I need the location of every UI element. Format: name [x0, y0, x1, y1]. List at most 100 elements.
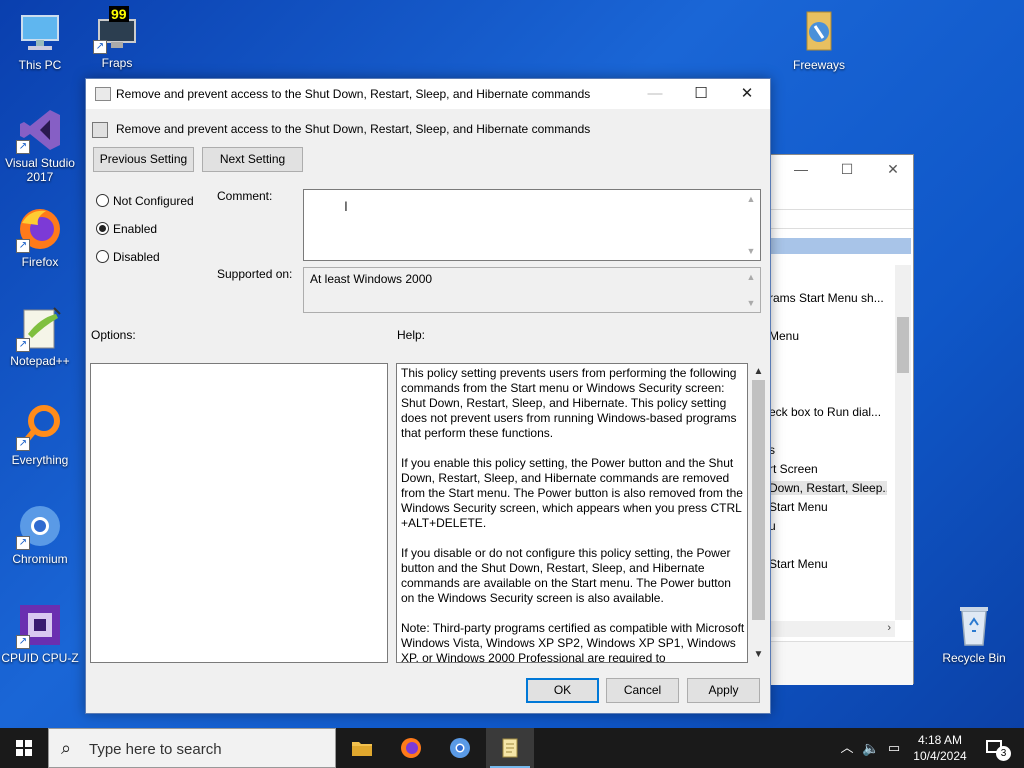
radio-label: Disabled: [113, 249, 160, 264]
taskbar-chromium[interactable]: [436, 728, 484, 768]
everything-search-icon: ↗: [16, 403, 64, 451]
maximize-button[interactable]: ☐: [678, 79, 724, 109]
taskbar-firefox[interactable]: [387, 728, 435, 768]
folder-icon: [352, 742, 372, 756]
minimize-button[interactable]: —: [632, 79, 678, 109]
supported-scrollbar[interactable]: ▲ ▼: [743, 269, 759, 311]
list-item-selected[interactable]: Down, Restart, Sleep...: [769, 481, 887, 495]
windows-logo-icon: [16, 740, 32, 756]
scrollbar-thumb[interactable]: [897, 317, 909, 373]
show-hidden-icons-chevron-up-icon[interactable]: ︿: [838, 728, 856, 768]
close-button[interactable]: ✕: [724, 79, 770, 109]
scroll-down-icon[interactable]: ▼: [743, 295, 759, 311]
fraps-badge: 99: [109, 6, 129, 22]
options-panel: [90, 363, 388, 663]
maximize-button[interactable]: ☐: [837, 161, 857, 179]
comment-scrollbar[interactable]: ▲ ▼: [743, 191, 759, 259]
help-label: Help:: [397, 328, 426, 342]
help-paragraph: If you disable or do not configure this …: [401, 546, 731, 605]
search-placeholder: Type here to search: [89, 741, 222, 758]
radio-disabled[interactable]: Disabled: [96, 249, 160, 265]
taskbar-clock[interactable]: 4:18 AM 10/4/2024: [905, 732, 975, 764]
fraps-icon: 99 ↗: [93, 6, 141, 54]
policy-icon: [92, 122, 108, 138]
horizontal-scrollbar[interactable]: ›: [761, 621, 895, 637]
list-item[interactable]: eck box to Run dial...: [769, 405, 887, 419]
scroll-down-icon[interactable]: ▼: [750, 646, 767, 663]
background-window: — ☐ ✕ rams Start Menu sh... Menu eck box…: [760, 154, 914, 685]
clock-date: 10/4/2024: [913, 749, 967, 763]
list-item[interactable]: Menu: [769, 329, 887, 343]
chromium-icon: ↗: [16, 502, 64, 550]
apply-button[interactable]: Apply: [687, 678, 760, 703]
scroll-up-icon[interactable]: ▲: [743, 269, 759, 285]
cancel-button[interactable]: Cancel: [606, 678, 679, 703]
desktop-icon-notepadpp[interactable]: ↗ Notepad++: [0, 304, 80, 368]
radio-button-selected[interactable]: [96, 222, 109, 236]
text-cursor-icon: I: [344, 198, 348, 214]
clock-time: 4:18 AM: [917, 733, 963, 747]
background-window-titlebar: — ☐ ✕: [761, 155, 913, 185]
action-center-button[interactable]: 3: [978, 728, 1018, 768]
firefox-icon: [401, 738, 421, 758]
shortcut-arrow-icon: ↗: [93, 40, 107, 54]
previous-setting-button[interactable]: Previous Setting: [93, 147, 194, 172]
desktop-icon-this-pc[interactable]: This PC: [0, 8, 80, 72]
options-label: Options:: [91, 328, 136, 342]
list-item[interactable]: rams Start Menu sh...: [769, 291, 887, 305]
help-scrollbar[interactable]: ▲ ▼: [750, 363, 767, 663]
next-setting-button[interactable]: Next Setting: [202, 147, 303, 172]
help-paragraph: Note: Third-party programs certified as …: [401, 621, 745, 663]
visual-studio-icon: ↗: [16, 106, 64, 154]
desktop-icon-firefox[interactable]: ↗ Firefox: [0, 205, 80, 269]
radio-button[interactable]: [96, 194, 109, 208]
desktop-icon-fraps[interactable]: 99 ↗ Fraps: [77, 6, 157, 70]
close-button[interactable]: ✕: [883, 161, 903, 179]
dialog-titlebar: Remove and prevent access to the Shut Do…: [86, 79, 770, 109]
list-item[interactable]: rt Screen: [769, 462, 887, 476]
vertical-scrollbar[interactable]: [895, 265, 911, 620]
comment-textarea[interactable]: I ▲ ▼: [303, 189, 761, 261]
taskbar-search-box[interactable]: ⌕ Type here to search: [48, 728, 336, 768]
scrollbar-thumb[interactable]: [752, 380, 765, 620]
toolbar-strip: [761, 209, 913, 229]
background-window-footer: [761, 641, 913, 685]
taskbar-file-explorer[interactable]: [338, 728, 386, 768]
shortcut-arrow-icon: ↗: [16, 140, 30, 154]
radio-not-configured[interactable]: Not Configured: [96, 193, 194, 209]
recycle-bin-icon: [950, 601, 998, 649]
setting-header-text: Remove and prevent access to the Shut Do…: [116, 122, 591, 136]
taskbar-policy-editor[interactable]: [486, 728, 534, 768]
desktop-icon-label: Firefox: [21, 255, 59, 269]
desktop-icon-cpuz[interactable]: ↗ CPUID CPU-Z: [0, 601, 80, 665]
desktop-icon-recycle-bin[interactable]: Recycle Bin: [934, 601, 1014, 665]
cpu-chip-icon: ↗: [16, 601, 64, 649]
scroll-up-icon[interactable]: ▲: [743, 191, 759, 207]
desktop-icon-visual-studio[interactable]: ↗ Visual Studio 2017: [0, 106, 80, 184]
list-item[interactable]: Start Menu: [769, 557, 887, 571]
ok-button[interactable]: OK: [526, 678, 599, 703]
column-header-strip: [761, 238, 911, 254]
freeways-icon: [795, 8, 843, 56]
desktop-icon-chromium[interactable]: ↗ Chromium: [0, 502, 80, 566]
network-icon[interactable]: ▭: [884, 728, 904, 768]
scroll-down-icon[interactable]: ▼: [743, 243, 759, 259]
volume-muted-icon[interactable]: 🔈: [860, 728, 882, 768]
start-button[interactable]: [0, 728, 48, 768]
desktop-icon-label: Freeways: [792, 58, 845, 72]
radio-button[interactable]: [96, 250, 109, 264]
desktop-icon-freeways[interactable]: Freeways: [779, 8, 859, 72]
computer-icon: [16, 8, 64, 56]
desktop-icon-label: Notepad++: [10, 354, 70, 368]
desktop-icon-everything[interactable]: ↗ Everything: [0, 403, 80, 467]
supported-on-value: At least Windows 2000: [310, 272, 433, 286]
scroll-up-icon[interactable]: ▲: [750, 363, 767, 380]
shortcut-arrow-icon: ↗: [16, 338, 30, 352]
desktop-icon-label: Chromium: [12, 552, 68, 566]
list-item[interactable]: u: [769, 519, 887, 533]
chevron-right-icon[interactable]: ›: [887, 622, 891, 634]
list-item[interactable]: s: [769, 443, 887, 457]
minimize-button[interactable]: —: [791, 161, 811, 179]
list-item[interactable]: Start Menu: [769, 500, 887, 514]
radio-enabled[interactable]: Enabled: [96, 221, 157, 237]
